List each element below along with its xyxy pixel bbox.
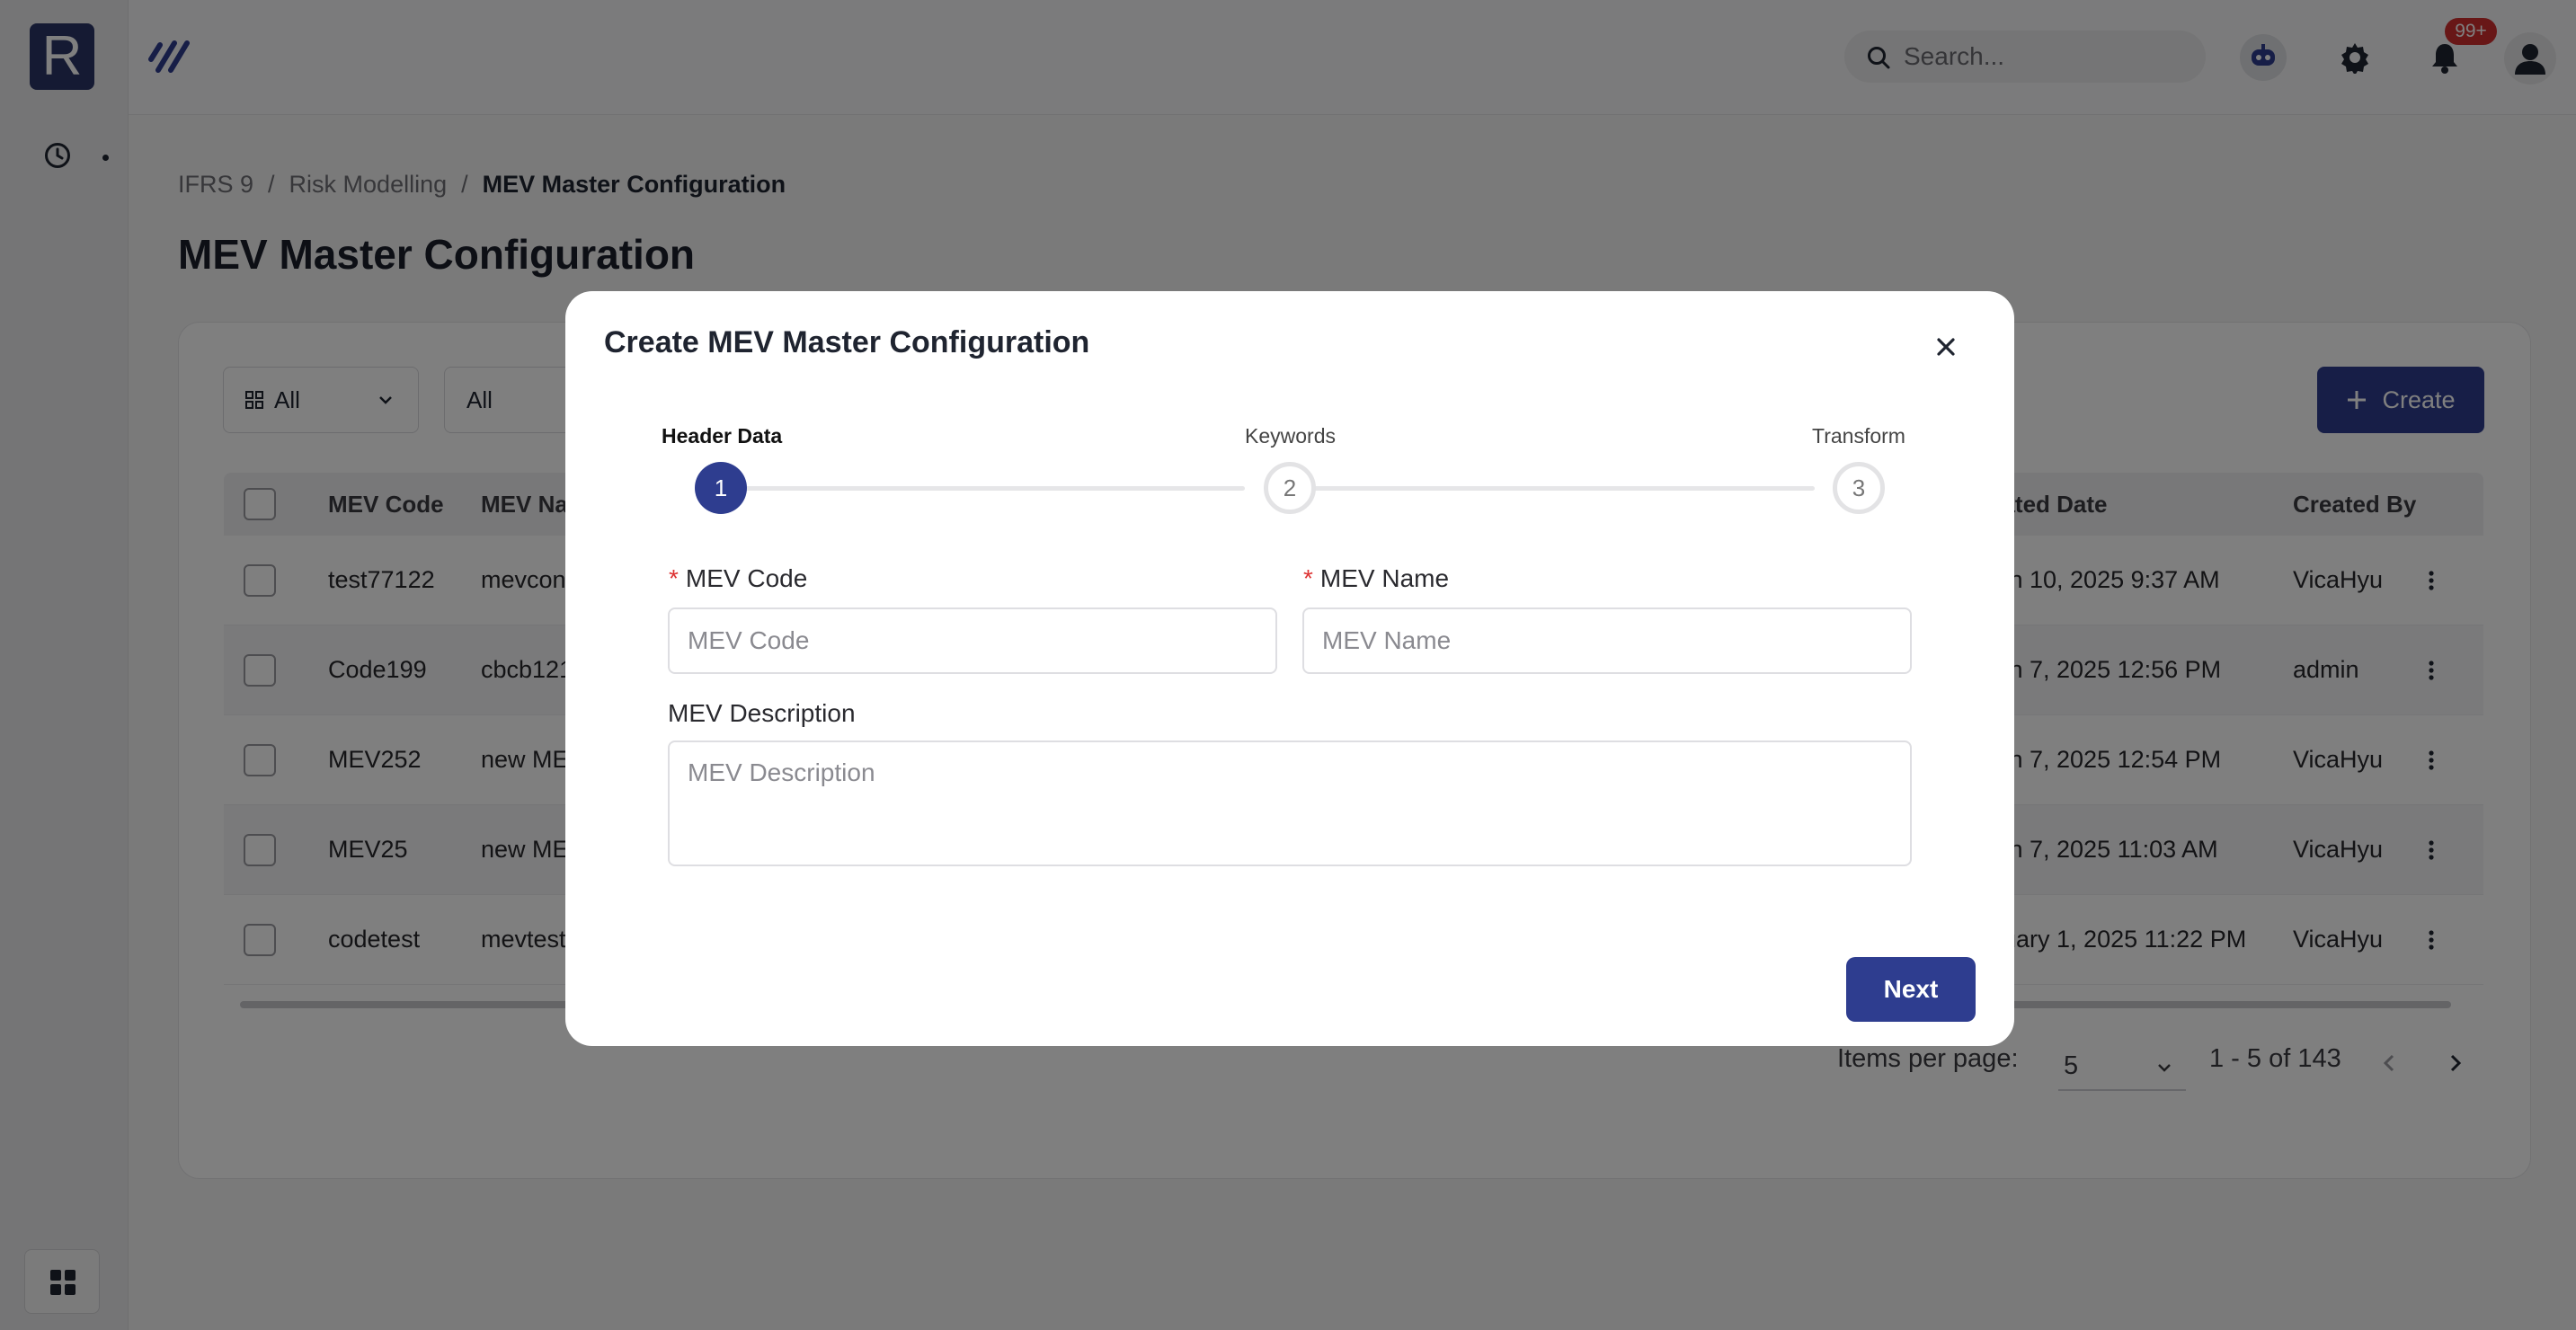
mev-description-textarea[interactable]: [668, 740, 1912, 866]
step-2-indicator[interactable]: 2: [1264, 462, 1316, 514]
step-label-keywords: Keywords: [1245, 424, 1336, 448]
mev-name-input[interactable]: [1302, 607, 1912, 674]
stepper-connector: [1284, 486, 1815, 491]
mev-name-label-text: MEV Name: [1319, 564, 1450, 592]
step-1-indicator[interactable]: 1: [695, 462, 747, 514]
required-asterisk: *: [1303, 564, 1313, 592]
mev-description-label: MEV Description: [668, 699, 856, 727]
next-button[interactable]: Next: [1846, 957, 1976, 1022]
mev-code-label: * MEV Code: [669, 564, 807, 593]
step-3-indicator[interactable]: 3: [1833, 462, 1885, 514]
step-label-header-data: Header Data: [662, 424, 783, 448]
mev-code-label-text: MEV Code: [685, 564, 808, 592]
close-icon[interactable]: [1928, 329, 1964, 365]
create-mev-modal: Create MEV Master Configuration Header D…: [565, 291, 2014, 1046]
step-label-transform: Transform: [1812, 424, 1905, 448]
required-asterisk: *: [669, 564, 679, 592]
stepper-connector: [715, 486, 1245, 491]
mev-name-label: * MEV Name: [1303, 564, 1449, 593]
modal-title: Create MEV Master Configuration: [604, 325, 1090, 359]
mev-code-input[interactable]: [668, 607, 1277, 674]
